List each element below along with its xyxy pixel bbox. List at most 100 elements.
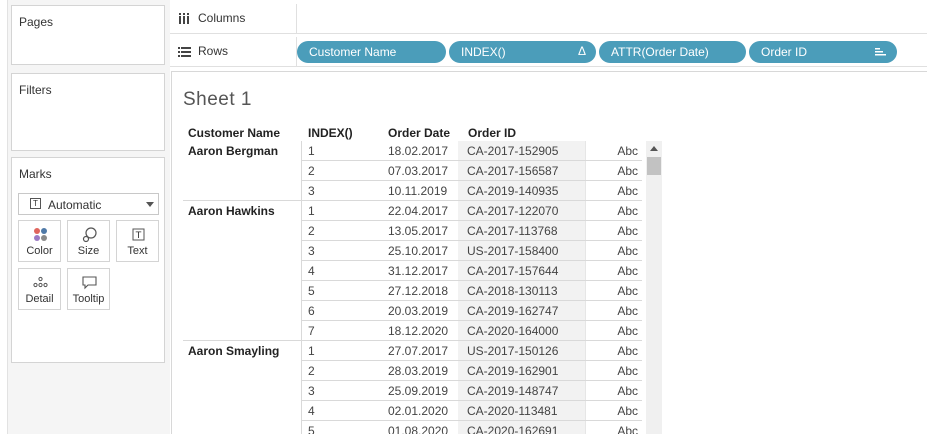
marks-card-title: Marks [19, 167, 52, 181]
index-cell[interactable]: 2 [308, 224, 315, 238]
scroll-up-arrow-icon[interactable] [650, 146, 658, 151]
index-cell[interactable]: 3 [308, 244, 315, 258]
index-cell[interactable]: 1 [308, 144, 315, 158]
order-id-cell[interactable]: CA-2019-162747 [458, 301, 585, 320]
text-mark-cell[interactable]: Abc [585, 381, 642, 400]
table-row: 3 25.10.2017 US-2017-158400 Abc [301, 241, 642, 261]
index-cell[interactable]: 1 [308, 344, 315, 358]
text-mark-cell[interactable]: Abc [585, 201, 642, 220]
index-cell[interactable]: 5 [308, 284, 315, 298]
customer-name-cell[interactable]: Aaron Hawkins [188, 204, 275, 218]
header-order-id[interactable]: Order ID [468, 126, 516, 140]
vertical-scrollbar[interactable] [646, 141, 662, 434]
color-mark-button[interactable]: Color [18, 220, 61, 262]
order-date-cell[interactable]: 01.08.2020 [388, 424, 448, 434]
order-id-cell[interactable]: US-2017-150126 [458, 341, 585, 360]
customer-name-cell[interactable]: Aaron Bergman [188, 144, 278, 158]
order-date-cell[interactable]: 18.02.2017 [388, 144, 448, 158]
index-cell[interactable]: 5 [308, 424, 315, 434]
order-date-cell[interactable]: 13.05.2017 [388, 224, 448, 238]
order-id-cell[interactable]: CA-2020-164000 [458, 321, 585, 340]
text-mark-cell[interactable]: Abc [585, 401, 642, 420]
index-cell[interactable]: 2 [308, 364, 315, 378]
order-id-cell[interactable]: CA-2017-113768 [458, 221, 585, 240]
order-id-cell[interactable]: CA-2017-122070 [458, 201, 585, 220]
header-order-date[interactable]: Order Date [388, 126, 450, 140]
order-id-cell[interactable]: CA-2017-157644 [458, 261, 585, 280]
tooltip-icon [68, 274, 109, 290]
detail-mark-button[interactable]: Detail [18, 268, 61, 310]
index-cell[interactable]: 1 [308, 204, 315, 218]
index-cell[interactable]: 3 [308, 184, 315, 198]
filters-card[interactable]: Filters [11, 73, 165, 151]
index-cell[interactable]: 3 [308, 384, 315, 398]
columns-label: Columns [198, 11, 246, 25]
columns-shelf-label: Columns [170, 4, 297, 34]
text-mark-cell[interactable]: Abc [585, 141, 642, 160]
order-date-cell[interactable]: 27.12.2018 [388, 284, 448, 298]
order-id-cell[interactable]: CA-2017-152905 [458, 141, 585, 160]
text-mark-cell[interactable]: Abc [585, 321, 642, 340]
size-mark-button[interactable]: Size [67, 220, 110, 262]
header-customer-name[interactable]: Customer Name [188, 126, 280, 140]
table-row: 4 31.12.2017 CA-2017-157644 Abc [301, 261, 642, 281]
order-id-cell[interactable]: CA-2019-148747 [458, 381, 585, 400]
order-id-cell[interactable]: CA-2018-130113 [458, 281, 585, 300]
pill-order-id[interactable]: Order ID [749, 41, 897, 63]
order-date-cell[interactable]: 27.07.2017 [388, 344, 448, 358]
order-date-cell[interactable]: 10.11.2019 [388, 184, 447, 198]
text-mark-cell[interactable]: Abc [585, 361, 642, 380]
order-id-cell[interactable]: US-2017-158400 [458, 241, 585, 260]
order-date-cell[interactable]: 25.09.2019 [388, 384, 448, 398]
order-date-cell[interactable]: 22.04.2017 [388, 204, 448, 218]
mark-type-dropdown[interactable]: T Automatic [18, 193, 159, 215]
customer-name-cell[interactable]: Aaron Smayling [188, 344, 279, 358]
pill-attr-order-date[interactable]: ATTR(Order Date) [599, 41, 746, 63]
pill-customer-name[interactable]: Customer Name [297, 41, 446, 63]
tooltip-label: Tooltip [72, 293, 105, 305]
pages-card[interactable]: Pages [11, 5, 165, 65]
text-mark-cell[interactable]: Abc [585, 261, 642, 280]
order-id-cell[interactable]: CA-2019-140935 [458, 181, 585, 200]
tooltip-mark-button[interactable]: Tooltip [67, 268, 110, 310]
order-id-cell[interactable]: CA-2020-162691 [458, 421, 585, 434]
order-date-cell[interactable]: 02.01.2020 [388, 404, 448, 418]
order-id-cell[interactable]: CA-2020-113481 [458, 401, 585, 420]
order-date-cell[interactable]: 07.03.2017 [388, 164, 448, 178]
order-id-cell[interactable]: CA-2019-162901 [458, 361, 585, 380]
index-cell[interactable]: 4 [308, 264, 315, 278]
index-cell[interactable]: 4 [308, 404, 315, 418]
columns-drop-area[interactable] [297, 4, 927, 34]
color-icon [19, 226, 60, 242]
order-date-cell[interactable]: 28.03.2019 [388, 364, 448, 378]
scroll-thumb[interactable] [647, 157, 661, 175]
index-cell[interactable]: 7 [308, 324, 315, 338]
text-mark-cell[interactable]: Abc [585, 241, 642, 260]
pill-index[interactable]: INDEX() Δ [449, 41, 596, 63]
pill-label: ATTR(Order Date) [611, 45, 709, 59]
text-mark-cell[interactable]: Abc [585, 221, 642, 240]
columns-shelf: Columns [170, 4, 927, 34]
detail-icon [19, 274, 60, 290]
pill-label: Order ID [761, 45, 808, 59]
order-date-cell[interactable]: 31.12.2017 [388, 264, 448, 278]
order-id-cell[interactable]: CA-2017-156587 [458, 161, 585, 180]
row-header-divider [301, 141, 302, 434]
text-mark-cell[interactable]: Abc [585, 301, 642, 320]
index-cell[interactable]: 6 [308, 304, 315, 318]
text-mark-cell[interactable]: Abc [585, 281, 642, 300]
text-mark-cell[interactable]: Abc [585, 181, 642, 200]
sort-descending-icon [875, 46, 887, 60]
text-mark-cell[interactable]: Abc [585, 421, 642, 434]
index-cell[interactable]: 2 [308, 164, 315, 178]
order-date-cell[interactable]: 20.03.2019 [388, 304, 448, 318]
rows-label: Rows [198, 44, 229, 58]
text-mark-button[interactable]: T Text [116, 220, 159, 262]
text-mark-cell[interactable]: Abc [585, 341, 642, 360]
order-date-cell[interactable]: 18.12.2020 [388, 324, 448, 338]
header-index[interactable]: INDEX() [308, 126, 353, 140]
table-row: 4 02.01.2020 CA-2020-113481 Abc [301, 401, 642, 421]
order-date-cell[interactable]: 25.10.2017 [388, 244, 448, 258]
text-mark-cell[interactable]: Abc [585, 161, 642, 180]
mark-type-label: Automatic [48, 198, 102, 212]
